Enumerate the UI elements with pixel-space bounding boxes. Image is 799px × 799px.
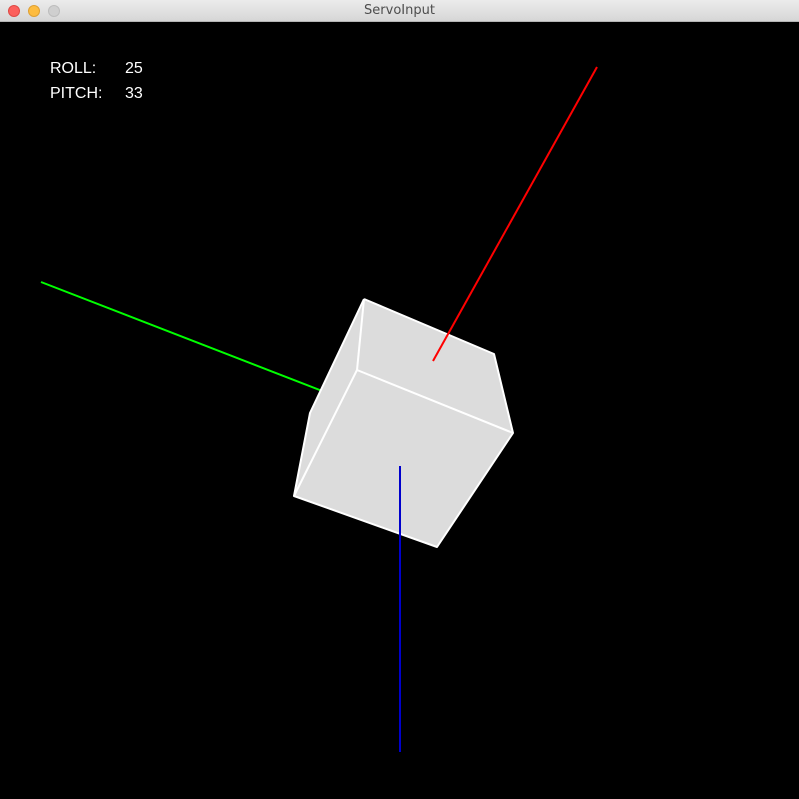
- 3d-scene: [40, 66, 598, 752]
- roll-label: ROLL:: [50, 60, 97, 77]
- pitch-label: PITCH:: [50, 85, 103, 102]
- pitch-row: PITCH: 33: [50, 81, 170, 106]
- orientation-readout: ROLL: 25 PITCH: 33: [50, 56, 170, 106]
- y-axis-line: [40, 281, 331, 395]
- roll-row: ROLL: 25: [50, 56, 170, 81]
- x-axis-line: [432, 66, 598, 362]
- pitch-value: 33: [125, 85, 143, 102]
- roll-value: 25: [125, 60, 143, 77]
- app-window: ServoInput ROLL: 25 PITCH: 33: [0, 0, 799, 799]
